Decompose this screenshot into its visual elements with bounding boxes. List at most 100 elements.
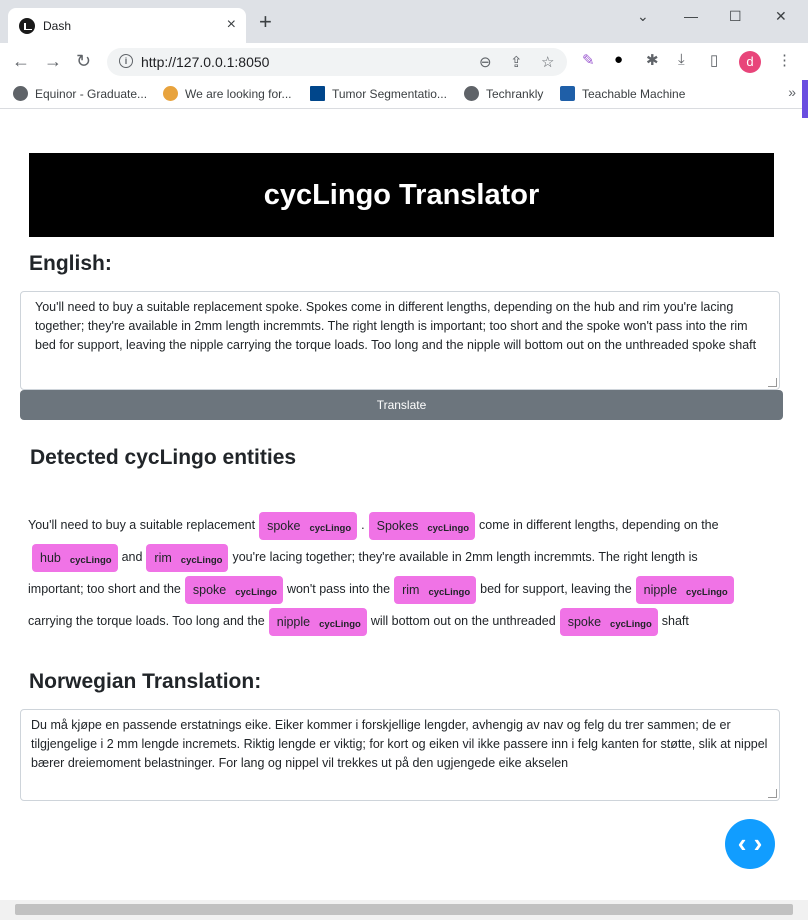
entity-plain-text: . xyxy=(361,518,365,532)
menu-icon[interactable]: ⋮ xyxy=(777,51,792,69)
tm-icon xyxy=(560,86,575,101)
app-header: cycLingo Translator xyxy=(29,153,774,237)
entity-plain-text: carrying the torque loads. Too long and … xyxy=(28,614,265,628)
address-bar[interactable]: i http://127.0.0.1:8050 ⊖ ⇪ ☆ xyxy=(107,48,567,76)
dash-favicon-icon xyxy=(19,18,35,34)
back-icon[interactable]: ← xyxy=(12,51,30,72)
entity-plain-text: shaft xyxy=(661,614,689,628)
norwegian-output[interactable]: Du må kjøpe en passende erstatnings eike… xyxy=(20,709,780,801)
entity-tag: cycLingo xyxy=(427,522,470,534)
bookmark-label: Equinor - Graduate... xyxy=(35,87,148,101)
bookmark-label: Teachable Machine xyxy=(582,87,686,101)
password-extension-icon[interactable]: ● xyxy=(614,51,623,68)
bookmark-item[interactable]: Techrankly xyxy=(464,86,543,101)
norwegian-label: Norwegian Translation: xyxy=(29,670,262,693)
entity-tag: cycLingo xyxy=(235,586,277,598)
entity-tag: cycLingo xyxy=(309,522,352,534)
horizontal-scrollbar[interactable] xyxy=(0,900,808,920)
minimize-icon[interactable]: — xyxy=(684,8,698,24)
entity-word: rim xyxy=(154,550,172,565)
entity-mark: spoke cycLingo xyxy=(259,511,358,540)
site-info-icon[interactable]: i xyxy=(119,54,133,68)
translate-button[interactable]: Translate xyxy=(20,390,783,420)
entity-word: rim xyxy=(402,582,420,597)
entity-plain-text: you're lacing together; they're availabl… xyxy=(232,550,698,564)
bookmark-item[interactable]: Teachable Machine xyxy=(560,86,685,101)
entities-heading: Detected cycLingo entities xyxy=(30,446,297,469)
entity-line: hub cycLingo and rim cycLingo you're lacing t… xyxy=(28,541,788,573)
entity-plain-text: and xyxy=(121,550,143,564)
tab-search-icon[interactable]: ⌄ xyxy=(637,8,649,25)
english-input[interactable]: You'll need to buy a suitable replacemen… xyxy=(20,291,780,390)
entity-line: carrying the torque loads. Too long and … xyxy=(28,605,788,637)
browser-titlebar: Dash × + ⌄ — ☐ ✕ xyxy=(0,0,808,43)
bookmark-label: We are looking for... xyxy=(185,87,292,101)
entity-line: important; too short and the spoke cycLing… xyxy=(28,573,788,605)
app-title: cycLingo Translator xyxy=(263,179,540,211)
entity-word: spoke xyxy=(567,614,602,629)
entity-tag: cycLingo xyxy=(428,586,471,598)
entity-line: You'll need to buy a suitable replacemen… xyxy=(28,509,788,541)
bookmarks-bar: Equinor - Graduate... We are looking for… xyxy=(0,80,808,109)
bookmark-label: Techrankly xyxy=(486,87,544,101)
entity-mark: nipple cycLingo xyxy=(268,607,367,636)
english-label: English: xyxy=(29,252,112,275)
close-window-icon[interactable]: ✕ xyxy=(775,8,787,25)
entity-word: spoke xyxy=(267,518,301,533)
entity-word: nipple xyxy=(276,614,311,629)
entity-mark: rim cycLingo xyxy=(146,543,229,572)
tab-title: Dash xyxy=(43,19,72,33)
reload-icon[interactable]: ↻ xyxy=(76,51,91,72)
globe-icon xyxy=(464,86,479,101)
resize-handle-icon[interactable] xyxy=(768,789,777,798)
tab-close-icon[interactable]: × xyxy=(227,16,236,34)
entity-plain-text: come in different lengths, depending on … xyxy=(479,518,719,532)
entity-tag: cycLingo xyxy=(686,586,728,598)
side-panel-icon[interactable]: ▯ xyxy=(710,51,718,69)
url-text: http://127.0.0.1:8050 xyxy=(141,54,270,70)
maximize-icon[interactable]: ☐ xyxy=(729,8,742,25)
norwegian-output-text: Du må kjøpe en passende erstatnings eike… xyxy=(31,718,768,770)
entity-plain-text: You'll need to buy a suitable replacemen… xyxy=(28,518,256,532)
ieee-icon xyxy=(310,86,325,101)
share-icon[interactable]: ⇪ xyxy=(510,53,523,71)
entity-word: hub xyxy=(40,550,61,565)
entity-tag: cycLingo xyxy=(180,554,223,566)
w-logo-icon xyxy=(163,86,178,101)
feather-extension-icon[interactable]: ✎ xyxy=(582,51,595,69)
bookmark-item[interactable]: Equinor - Graduate... xyxy=(13,86,147,101)
zoom-icon[interactable]: ⊖ xyxy=(479,53,492,71)
entity-plain-text: bed for support, leaving the xyxy=(480,582,632,596)
bookmark-star-icon[interactable]: ☆ xyxy=(541,53,554,71)
entity-mark: rim cycLingo xyxy=(394,575,477,604)
forward-icon[interactable]: → xyxy=(44,51,62,72)
more-bookmarks-icon[interactable]: » xyxy=(788,84,796,100)
entities-display: You'll need to buy a suitable replacemen… xyxy=(28,509,788,637)
resize-handle-icon[interactable] xyxy=(768,378,777,387)
english-input-text: You'll need to buy a suitable replacemen… xyxy=(35,300,757,352)
dash-debug-menu-button[interactable]: ‹ › xyxy=(725,819,775,869)
browser-tab[interactable]: Dash × xyxy=(8,8,246,43)
entity-mark: Spokes cycLingo xyxy=(368,511,476,540)
avatar[interactable]: d xyxy=(739,51,761,73)
globe-icon xyxy=(13,86,28,101)
scrollbar-thumb[interactable] xyxy=(15,904,793,915)
entity-tag: cycLingo xyxy=(319,618,361,630)
entity-mark: spoke cycLingo xyxy=(184,575,283,604)
download-icon[interactable]: ⤓ xyxy=(678,51,685,68)
app-page: cycLingo Translator English: You'll need… xyxy=(0,109,808,900)
extensions-icon[interactable]: ✱ xyxy=(646,51,659,69)
bookmark-label: Tumor Segmentatio... xyxy=(332,87,447,101)
entity-word: Spokes xyxy=(376,518,419,533)
entity-word: spoke xyxy=(192,582,227,597)
entity-mark: nipple cycLingo xyxy=(635,575,734,604)
entity-plain-text: will bottom out on the unthreaded xyxy=(370,614,556,628)
entity-mark: spoke cycLingo xyxy=(559,607,658,636)
entity-word: nipple xyxy=(643,582,678,597)
entity-tag: cycLingo xyxy=(69,554,112,566)
bookmark-item[interactable]: Tumor Segmentatio... xyxy=(310,86,447,101)
entity-mark: hub cycLingo xyxy=(32,543,118,572)
bookmark-item[interactable]: We are looking for... xyxy=(163,86,292,101)
entity-tag: cycLingo xyxy=(610,618,652,630)
new-tab-icon[interactable]: + xyxy=(259,11,272,33)
